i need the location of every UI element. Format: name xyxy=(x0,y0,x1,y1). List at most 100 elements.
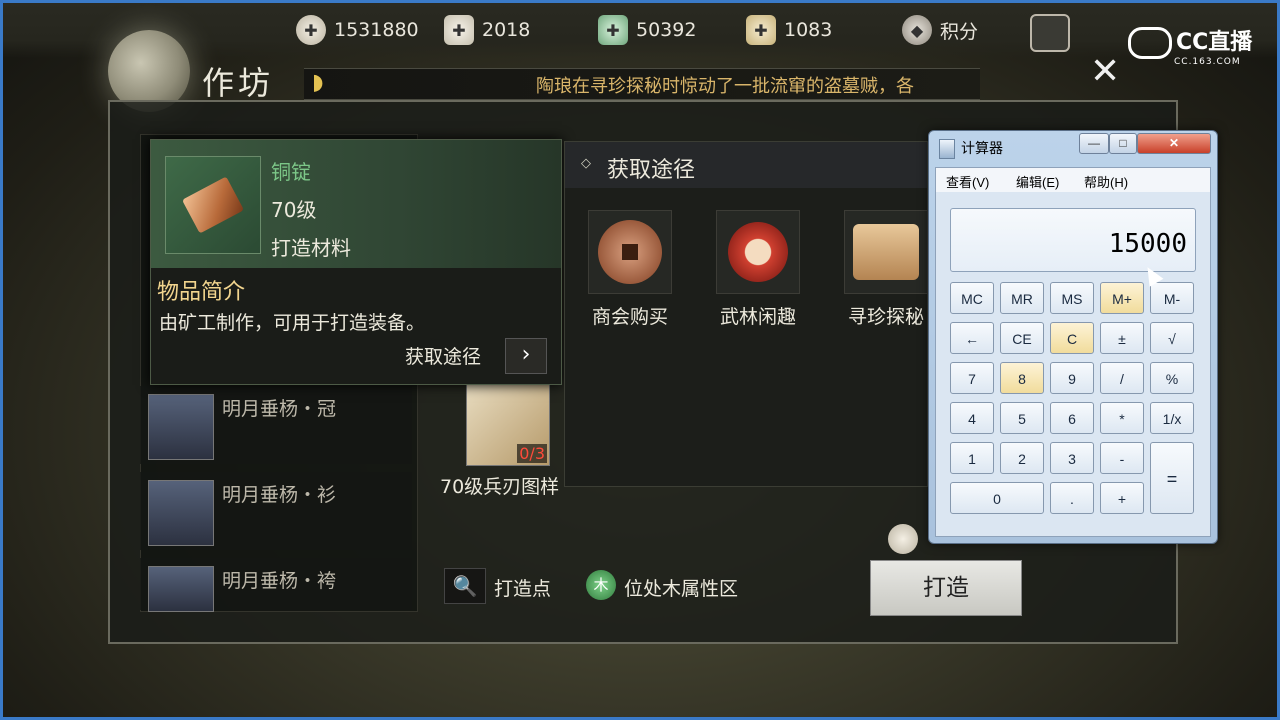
acquire-title: 获取途径 xyxy=(607,158,696,183)
badge-icon: ◆ xyxy=(902,15,932,45)
item-tooltip: 铜锭 70级 打造材料 物品简介 由矿工制作，可用于打造装备。 获取途径 › xyxy=(150,139,562,385)
calc-key[interactable]: CE xyxy=(1000,322,1044,354)
item-level: 70级 xyxy=(271,198,317,222)
copper-ingot-icon xyxy=(165,156,261,254)
calculator-icon xyxy=(939,139,955,159)
calc-key[interactable]: 8 xyxy=(1000,362,1044,394)
item-type: 打造材料 xyxy=(271,236,351,260)
forge-button[interactable]: 打造 xyxy=(870,560,1022,616)
source-shop[interactable]: 商会购买 xyxy=(587,210,673,329)
calc-key[interactable]: % xyxy=(1150,362,1194,394)
calc-key[interactable]: ← xyxy=(950,322,994,354)
calculator-window: 计算器 — □ ✕ 查看(V) 编辑(E) 帮助(H) 15000 MC MR MS… xyxy=(928,130,1218,544)
calc-key[interactable]: 0 xyxy=(950,482,1044,514)
item-description: 由矿工制作，可用于打造装备。 xyxy=(159,312,426,334)
pants-icon xyxy=(148,566,214,612)
calc-key[interactable]: MS xyxy=(1050,282,1094,314)
calc-key[interactable]: M+ xyxy=(1100,282,1144,314)
menu-help[interactable]: 帮助(H) xyxy=(1084,172,1128,191)
wood-zone-label: 位处木属性区 xyxy=(624,578,739,600)
calc-key[interactable]: 3 xyxy=(1050,442,1094,474)
display-value: 15000 xyxy=(1108,229,1187,259)
calc-key[interactable]: M- xyxy=(1150,282,1194,314)
horn-icon: ◗ xyxy=(312,70,324,95)
calc-key[interactable]: * xyxy=(1100,402,1144,434)
list-item[interactable]: 明月垂杨・衫 xyxy=(140,472,412,550)
source-leisure[interactable]: 武林闲趣 xyxy=(715,210,801,329)
cloud-icon xyxy=(1128,27,1172,59)
calc-key[interactable]: MR xyxy=(1000,282,1044,314)
chevron-right-icon[interactable]: › xyxy=(505,338,547,374)
list-item[interactable]: 明月垂杨・袴 xyxy=(140,558,412,612)
list-item[interactable]: 明月垂杨・冠 xyxy=(140,386,412,464)
item-name: 明月垂杨・衫 xyxy=(222,484,337,506)
maximize-button[interactable]: □ xyxy=(1109,133,1137,154)
window-title: 计算器 xyxy=(961,140,1003,156)
coin-icon: ✚ xyxy=(296,15,326,45)
calc-key[interactable]: MC xyxy=(950,282,994,314)
coin-icon xyxy=(888,524,918,554)
calc-key[interactable]: 1/x xyxy=(1150,402,1194,434)
recipe-label: 70级兵刃图样 xyxy=(440,476,560,498)
calc-key[interactable]: = xyxy=(1150,442,1194,514)
currency-value: 2018 xyxy=(482,19,531,41)
silver-ingot-icon: ✚ xyxy=(444,15,474,45)
calc-key[interactable]: - xyxy=(1100,442,1144,474)
item-name: 铜锭 xyxy=(271,160,311,184)
acquire-link[interactable]: 获取途径 xyxy=(405,342,481,369)
item-name: 明月垂杨・袴 xyxy=(222,570,337,592)
scroll-icon xyxy=(844,210,928,294)
close-icon[interactable]: ✕ xyxy=(1090,54,1120,90)
calc-key[interactable]: 7 xyxy=(950,362,994,394)
gold-ingot-icon: ✚ xyxy=(746,15,776,45)
wood-element-icon: 木 xyxy=(586,570,616,600)
watermark-name: CC直播 xyxy=(1176,30,1253,55)
source-label: 商会购买 xyxy=(591,306,668,328)
character-avatar xyxy=(148,394,214,460)
close-button[interactable]: ✕ xyxy=(1137,133,1211,154)
source-label: 寻珍探秘 xyxy=(847,306,924,328)
currency-value: 50392 xyxy=(636,19,697,41)
news-text: 陶琅在寻珍探秘时惊动了一批流窜的盗墓贼，各 xyxy=(536,76,914,97)
calculator-body: 查看(V) 编辑(E) 帮助(H) 15000 MC MR MS M+ M- ← CE C ± √… xyxy=(935,167,1211,537)
armor-icon xyxy=(148,480,214,546)
calc-key[interactable]: / xyxy=(1100,362,1144,394)
currency-value: 1531880 xyxy=(334,19,419,41)
search-button[interactable]: 🔍 xyxy=(444,568,486,604)
currency-jade: ✚ 50392 xyxy=(598,14,696,46)
page-title: 作坊 xyxy=(202,64,275,102)
watermark-sub: CC.163.COM xyxy=(1174,57,1241,67)
currency-points[interactable]: ◆ 积分 xyxy=(902,14,978,46)
diamond-icon: ◇ xyxy=(581,156,591,171)
source-treasure[interactable]: 寻珍探秘 xyxy=(843,210,929,329)
menu-view[interactable]: 查看(V) xyxy=(946,172,989,191)
forge-point-label: 打造点 xyxy=(494,578,552,600)
recipe-count: 0/3 xyxy=(517,444,547,463)
menu-edit[interactable]: 编辑(E) xyxy=(1016,172,1059,191)
item-name: 明月垂杨・冠 xyxy=(222,398,337,420)
currency-silver: ✚ 2018 xyxy=(444,14,530,46)
minimize-button[interactable]: — xyxy=(1079,133,1109,154)
calc-key[interactable]: C xyxy=(1050,322,1094,354)
copper-coin-icon xyxy=(588,210,672,294)
menu-icon[interactable] xyxy=(1030,14,1070,52)
watermark-logo: CC直播 CC.163.COM xyxy=(1128,24,1252,67)
calc-key[interactable]: 9 xyxy=(1050,362,1094,394)
calc-key[interactable]: 2 xyxy=(1000,442,1044,474)
calculator-display: 15000 xyxy=(950,208,1196,272)
calc-key[interactable]: 6 xyxy=(1050,402,1094,434)
calc-key[interactable]: 1 xyxy=(950,442,994,474)
recipe-item[interactable]: 0/3 xyxy=(466,382,550,466)
calc-key[interactable]: √ xyxy=(1150,322,1194,354)
doll-icon xyxy=(716,210,800,294)
currency-coin: ✚ 1531880 xyxy=(296,14,419,46)
calc-key[interactable]: + xyxy=(1100,482,1144,514)
calc-key[interactable]: ± xyxy=(1100,322,1144,354)
search-icon: 🔍 xyxy=(452,574,478,598)
calc-key[interactable]: 5 xyxy=(1000,402,1044,434)
calc-key[interactable]: 4 xyxy=(950,402,994,434)
section-title: 物品简介 xyxy=(157,280,246,305)
menu-bar: 查看(V) 编辑(E) 帮助(H) xyxy=(936,168,1210,192)
currency-value: 1083 xyxy=(784,19,833,41)
calc-key[interactable]: . xyxy=(1050,482,1094,514)
